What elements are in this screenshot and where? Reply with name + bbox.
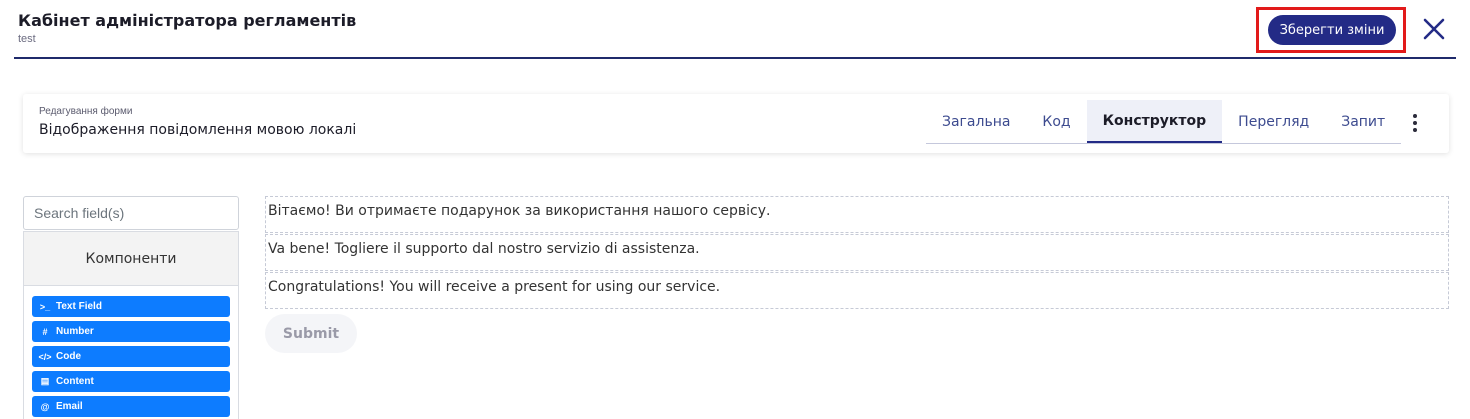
header-divider xyxy=(14,57,1456,59)
tab-preview[interactable]: Перегляд xyxy=(1222,100,1325,143)
save-changes-button[interactable]: Зберегти зміни xyxy=(1268,15,1396,45)
form-edit-caption: Редагування форми xyxy=(39,106,133,117)
form-edit-card: Редагування форми Відображення повідомле… xyxy=(23,94,1449,153)
save-button-highlight: Зберегти зміни xyxy=(1256,7,1406,53)
html5-icon: ▤ xyxy=(40,376,50,386)
at-icon: @ xyxy=(40,401,50,412)
tab-code[interactable]: Код xyxy=(1026,100,1086,143)
form-field-it[interactable]: Va bene! Togliere il supporto dal nostro… xyxy=(265,234,1449,271)
form-field-uk[interactable]: Вітаємо! Ви отримаєте подарунок за викор… xyxy=(265,196,1449,233)
tab-request[interactable]: Запит xyxy=(1325,100,1401,143)
code-icon: </> xyxy=(38,351,52,362)
tab-general[interactable]: Загальна xyxy=(926,100,1026,143)
app-header: Кабінет адміністратора регламентів test … xyxy=(0,0,1470,59)
component-label: Email xyxy=(56,401,83,412)
tab-constructor[interactable]: Конструктор xyxy=(1086,100,1223,143)
component-email[interactable]: @ Email xyxy=(32,396,230,417)
components-list: >_ Text Field # Number </> Code ▤ Conten… xyxy=(24,286,238,417)
component-label: Text Field xyxy=(56,301,102,312)
search-fields-input[interactable] xyxy=(23,196,239,230)
form-field-en[interactable]: Congratulations! You will receive a pres… xyxy=(265,272,1449,309)
submit-button[interactable]: Submit xyxy=(265,314,357,353)
page-subtitle: test xyxy=(18,33,36,45)
component-label: Content xyxy=(56,376,94,387)
form-tabs: Загальна Код Конструктор Перегляд Запит xyxy=(926,100,1402,144)
component-code[interactable]: </> Code xyxy=(32,346,230,367)
component-text-field[interactable]: >_ Text Field xyxy=(32,296,230,317)
component-number[interactable]: # Number xyxy=(32,321,230,342)
form-name: Відображення повідомлення мовою локалі xyxy=(39,122,357,138)
hash-icon: # xyxy=(42,326,48,337)
more-vertical-icon[interactable] xyxy=(1408,112,1422,134)
component-content[interactable]: ▤ Content xyxy=(32,371,230,392)
component-label: Number xyxy=(56,326,94,337)
page-title: Кабінет адміністратора регламентів xyxy=(18,11,357,30)
terminal-icon: >_ xyxy=(39,301,51,312)
close-icon[interactable] xyxy=(1421,16,1447,42)
components-panel: Компоненти >_ Text Field # Number </> Co… xyxy=(23,231,239,419)
components-header[interactable]: Компоненти xyxy=(24,232,238,286)
component-label: Code xyxy=(56,351,81,362)
